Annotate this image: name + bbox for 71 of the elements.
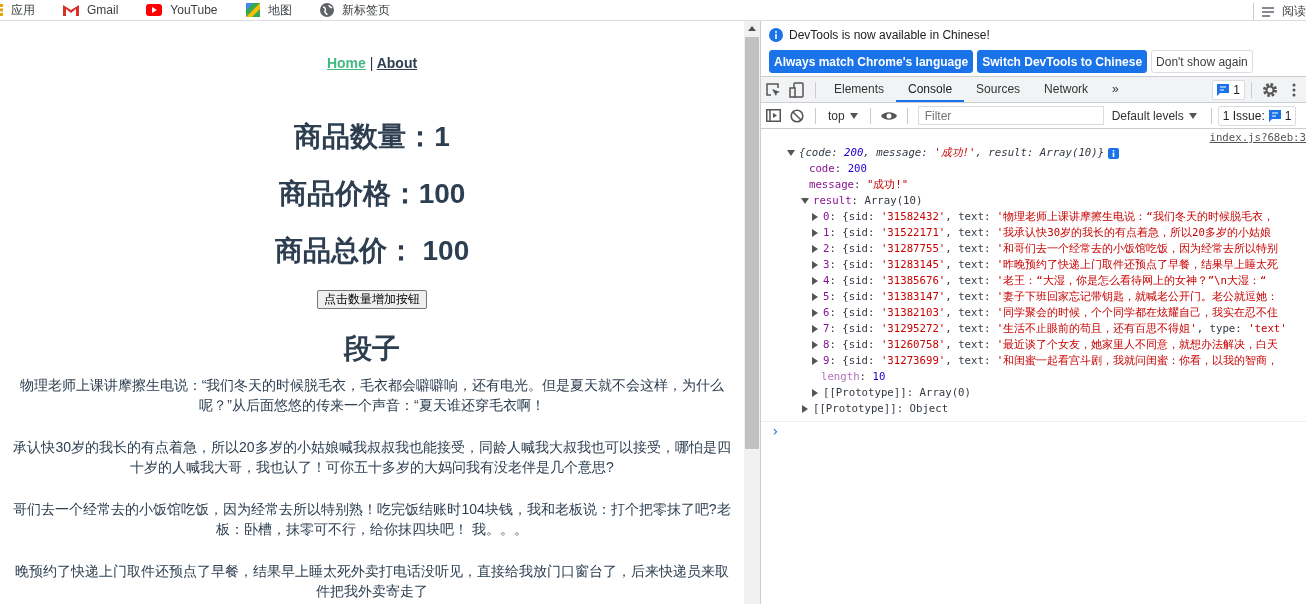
prototype-entry[interactable]: [[Prototype]]: Array(0) bbox=[761, 385, 1306, 401]
joke-text: 哥们去一个经常去的小饭馆吃饭，因为经常去所以特别熟！吃完饭结账时104块钱，我和老板说：打个把零抹了吧?老板：卧槽，抹零可不行，给你抹四块吧！ 我。。。 bbox=[12, 500, 732, 539]
property-line: message: "成功!" bbox=[808, 177, 910, 193]
messages-badge[interactable]: 1 bbox=[1212, 79, 1245, 100]
mail-icon bbox=[63, 4, 79, 16]
array-entry[interactable]: 9: {sid: '31273699', text: '和闺蜜一起看宫斗剧，我就问闺蜜：你看，以我的智商， bbox=[761, 353, 1306, 369]
context-selector[interactable]: top bbox=[822, 103, 864, 128]
property-line: length: 10 bbox=[820, 369, 887, 385]
stat-heading: 商品价格：100 bbox=[278, 177, 466, 211]
map-icon bbox=[245, 3, 260, 17]
more-tabs-button[interactable]: » bbox=[1100, 77, 1131, 102]
device-icon[interactable] bbox=[789, 81, 805, 98]
array-entry[interactable]: 5: {sid: '31383147', text: '妻子下班回家忘记带钥匙，就喊老公开门。老公就逗她： bbox=[761, 289, 1306, 305]
stat-heading: 商品数量：1 bbox=[294, 120, 450, 154]
levels-dropdown[interactable]: Default levels bbox=[1103, 103, 1205, 128]
array-entry[interactable]: 1: {sid: '31522171', text: '我承认快30岁的我长的有点着急，所以20多岁的小姑娘 bbox=[761, 225, 1306, 241]
devtools-tab[interactable]: Elements bbox=[822, 77, 897, 102]
devtools-tab[interactable]: Network bbox=[1032, 77, 1101, 102]
scrollbar[interactable] bbox=[744, 21, 760, 604]
increase-button[interactable]: 点击数量增加按钮 bbox=[317, 290, 427, 309]
clear-icon[interactable] bbox=[790, 108, 804, 123]
info-icon bbox=[1108, 147, 1120, 159]
globe-icon bbox=[319, 3, 334, 17]
notice-button[interactable]: Always match Chrome's language bbox=[769, 50, 974, 73]
joke-text: 物理老师上课讲摩擦生电说：“我们冬天的时候脱毛衣，毛衣都会噼噼响，还有电光。但是夏天就不会这样，为什么呢？”从后面悠悠的传来一个声音：“夏天谁还穿毛衣啊！ bbox=[18, 376, 726, 415]
inspect-icon[interactable] bbox=[765, 81, 781, 98]
joke-text: 晚预约了快递上门取件还预点了早餐，结果早上睡太死外卖打电话没听见，直接给我放门口窗台了，后来快递员来取件把我外卖寄走了 bbox=[14, 562, 730, 601]
issues-badge[interactable]: 1 Issue: 1 bbox=[1217, 105, 1297, 126]
stat-heading: 商品总价： 100 bbox=[274, 234, 470, 268]
filter-field[interactable]: Filter bbox=[917, 106, 1104, 125]
bookmark[interactable]: Gmail bbox=[63, 3, 119, 17]
devtools-tab[interactable]: Sources bbox=[964, 77, 1033, 102]
source-link[interactable]: index.js?68eb:3 bbox=[1209, 131, 1306, 144]
bookmark[interactable]: 新标签页 bbox=[319, 3, 390, 17]
array-entry[interactable]: 4: {sid: '31385676', text: '老王：“大湿，你是怎么看待网上的女神？”\n大湿：“ bbox=[761, 273, 1306, 289]
prototype-entry[interactable]: [[Prototype]]: Object bbox=[761, 401, 1306, 417]
array-entry[interactable]: 2: {sid: '31287755', text: '和哥们去一个经常去的小饭馆吃饭，因为经常去所以特别 bbox=[761, 241, 1306, 257]
property-line: code: 200 bbox=[808, 161, 868, 177]
console-prompt[interactable]: › bbox=[761, 421, 1306, 440]
eye-icon[interactable] bbox=[880, 110, 897, 121]
expanded-triangle-icon[interactable] bbox=[801, 197, 809, 205]
bookmark[interactable]: 应用 bbox=[0, 3, 35, 17]
result-property[interactable]: result: Array(10) bbox=[761, 193, 1306, 209]
message-icon bbox=[1268, 109, 1281, 122]
nav-separator: | bbox=[369, 55, 374, 71]
more-menu-icon[interactable] bbox=[1292, 82, 1296, 97]
dropdown-caret-icon bbox=[849, 112, 858, 119]
dropdown-caret-icon bbox=[1188, 112, 1197, 119]
settings-icon[interactable] bbox=[1262, 81, 1278, 98]
reading-list-button[interactable]: 阅读 bbox=[1253, 3, 1306, 20]
bookmark[interactable]: YouTube bbox=[146, 3, 218, 17]
nav-link[interactable]: About bbox=[376, 55, 418, 71]
section-heading: 段子 bbox=[344, 332, 400, 366]
array-entry[interactable]: 8: {sid: '31260758', text: '最近谈了个女友，她家里人不同意，就想办法解决，白天 bbox=[761, 337, 1306, 353]
list-icon bbox=[1262, 6, 1274, 17]
array-entry[interactable]: 6: {sid: '31382103', text: '同学聚会的时候，个个同学都在炫耀自己，我实在忍不住 bbox=[761, 305, 1306, 321]
notice-button[interactable]: Don't show again bbox=[1151, 50, 1253, 73]
bookmark[interactable]: 地图 bbox=[245, 3, 292, 17]
object-summary[interactable]: {code: 200, message: '成功!', result: Array(10)} bbox=[761, 145, 1306, 161]
notice-button[interactable]: Switch DevTools to Chinese bbox=[977, 50, 1148, 73]
sidebar-toggle-icon[interactable] bbox=[765, 109, 781, 122]
notice-text: DevTools is now available in Chinese! bbox=[789, 28, 990, 42]
array-entry[interactable]: 0: {sid: '31582432', text: '物理老师上课讲摩擦生电说：“我们冬天的时候脱毛衣， bbox=[761, 209, 1306, 225]
joke-text: 承认快30岁的我长的有点着急，所以20多岁的小姑娘喊我叔叔我也能接受，同龄人喊我大叔我也可以接受，哪怕是四十岁的人喊我大哥，我也认了！可你五十多岁的大妈问我有没老伴是几个意思? bbox=[12, 438, 732, 477]
info-icon bbox=[769, 28, 783, 42]
apps-icon bbox=[0, 4, 3, 16]
array-entry[interactable]: 3: {sid: '31283145', text: '昨晚预约了快递上门取件还预点了早餐，结果早上睡太死 bbox=[761, 257, 1306, 273]
message-icon bbox=[1217, 83, 1230, 96]
expanded-triangle-icon[interactable] bbox=[787, 149, 795, 157]
array-entry[interactable]: 7: {sid: '31295272', text: '生活不止眼前的苟且，还有百思不得姐', type: 'text' bbox=[761, 321, 1306, 337]
play-icon bbox=[146, 4, 163, 16]
